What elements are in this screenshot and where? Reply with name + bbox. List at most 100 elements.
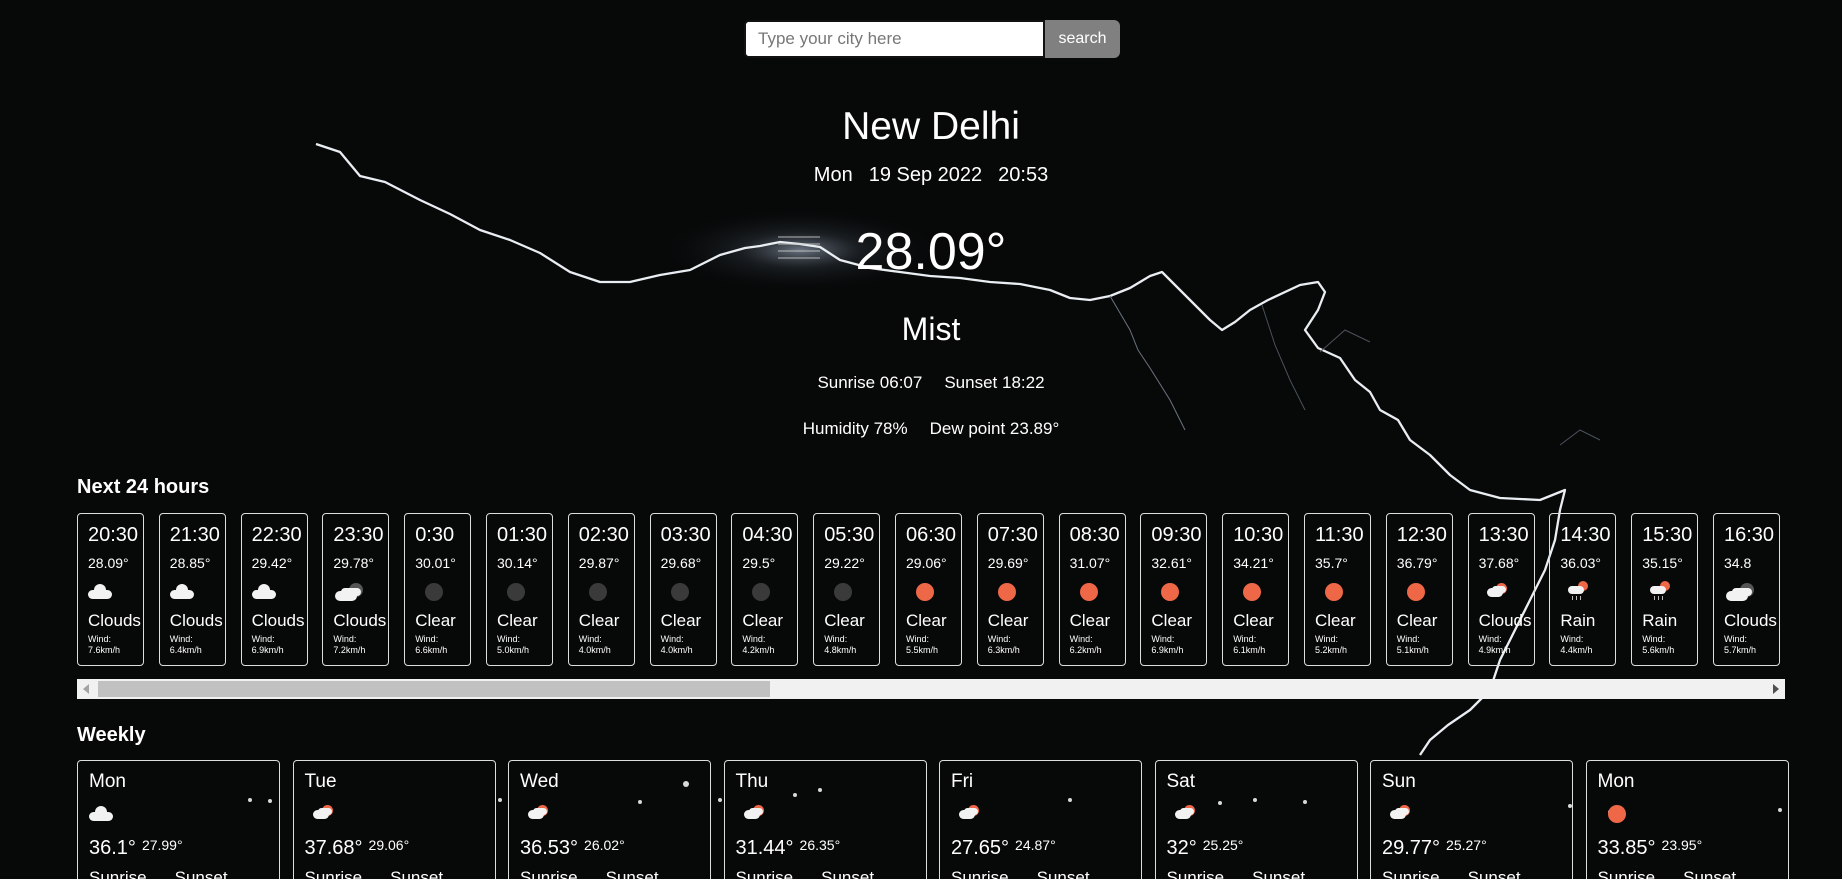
cloud-icon: [89, 805, 115, 823]
hour-temperature: 29.69°: [987, 555, 1029, 571]
hour-time: 13:30: [1478, 524, 1529, 546]
hourly-card: 07:30 29.69° Clear Wind: 6.3km/h: [976, 513, 1044, 666]
hour-condition: Clear: [415, 611, 456, 630]
hour-icon-slot: [333, 579, 388, 607]
hour-wind: Wind: 5.0km/h: [497, 634, 530, 655]
hour-condition: Clouds: [333, 611, 387, 630]
hourly-card: 22:30 29.42° Clouds Wind: 6.9km/h: [240, 513, 308, 666]
hour-condition: Clear: [660, 611, 702, 630]
hour-time: 20:30: [88, 524, 139, 546]
hourly-forecast-list[interactable]: 20:30 28.09° Clouds Wind: 7.6km/h 21:30 28.85…: [77, 513, 1785, 666]
weekday-max-temp: 33.85°: [1597, 837, 1656, 859]
weekday-name: Fri: [951, 771, 974, 792]
hour-icon-slot: [1479, 579, 1534, 607]
weekday-icon-slot: [736, 801, 926, 831]
weekday-sunrise-label: Sunrise: [520, 868, 578, 879]
hour-time: 08:30: [1069, 524, 1120, 546]
hour-temperature: 31.07°: [1069, 555, 1111, 571]
sun-cloud-icon: [1174, 805, 1197, 823]
hour-temperature: 35.15°: [1642, 555, 1683, 571]
hour-time: 01:30: [497, 524, 548, 546]
hour-time: 10:30: [1233, 524, 1284, 546]
hour-time: 16:30: [1724, 524, 1775, 546]
weekday-sunset-label: Sunset: [390, 868, 444, 879]
cloud-icon: [88, 583, 114, 601]
hour-wind: Wind: 5.5km/h: [906, 634, 939, 655]
hour-time: 12:30: [1396, 524, 1447, 546]
hour-icon-slot: [251, 579, 307, 607]
hour-icon-slot: [415, 579, 470, 607]
weekly-card: Mon 33.85° 23.95° Sunrise Sunset: [1585, 760, 1789, 879]
moon-icon: [752, 583, 771, 601]
rain-cloud-icon: [1650, 581, 1672, 603]
hour-temperature: 30.01°: [415, 555, 456, 571]
hour-temperature: 28.09°: [88, 555, 129, 571]
hour-condition: Clear: [1069, 611, 1111, 630]
weekday-sun-times: Sunrise Sunset: [1167, 868, 1357, 879]
hour-temperature: 34.8: [1724, 555, 1752, 571]
weekday-sunrise-label: Sunrise: [951, 868, 1009, 879]
hourly-card: 13:30 37.68° Clouds Wind: 4.9km/h: [1467, 513, 1535, 666]
hour-time: 06:30: [906, 524, 957, 546]
scroll-left-arrow-icon[interactable]: [83, 684, 89, 694]
hourly-card: 10:30 34.21° Clear Wind: 6.1km/h: [1222, 513, 1290, 666]
sun-times: Sunrise 06:07 Sunset 18:22: [0, 373, 1842, 393]
weekday-name: Wed: [520, 771, 559, 792]
hour-condition: Clear: [578, 611, 620, 630]
weekday-sunrise-label: Sunrise: [304, 868, 363, 879]
hour-time: 23:30: [333, 524, 384, 546]
scroll-right-arrow-icon[interactable]: [1773, 684, 1779, 694]
hour-time: 03:30: [660, 524, 711, 546]
weekday-name: Sat: [1166, 771, 1196, 792]
hour-icon-slot: [742, 579, 797, 607]
search-button[interactable]: search: [1045, 20, 1120, 58]
hourly-card: 21:30 28.85° Clouds Wind: 6.4km/h: [158, 513, 226, 666]
dew-point-value: Dew point 23.89°: [929, 419, 1060, 438]
hour-condition: Clear: [987, 611, 1029, 630]
weekday-temps: 37.68° 29.06°: [305, 837, 495, 860]
hour-wind: Wind: 6.2km/h: [1069, 634, 1102, 655]
weekday-temps: 32° 25.25°: [1167, 837, 1357, 860]
weekday-max-temp: 32°: [1166, 837, 1197, 859]
current-condition: Mist: [901, 311, 961, 347]
weekday-sunrise-label: Sunrise: [735, 868, 794, 879]
weekday-sunrise-label: Sunrise: [1166, 868, 1225, 879]
weekly-card: Wed 36.53° 26.02° Sunrise Sunset: [508, 760, 711, 879]
hourly-card: 04:30 29.5° Clear Wind: 4.2km/h: [731, 513, 799, 666]
weekday-max-temp: 36.53°: [520, 837, 579, 859]
hour-time: 02:30: [578, 524, 629, 546]
hourly-card: 05:30 29.22° Clear Wind: 4.8km/h: [813, 513, 881, 666]
hour-temperature: 36.03°: [1560, 555, 1602, 571]
weekly-card: Tue 37.68° 29.06° Sunrise Sunset: [292, 760, 496, 879]
weekly-card: Fri 27.65° 24.87° Sunrise Sunset: [939, 760, 1142, 879]
hour-temperature: 29.5°: [742, 555, 776, 571]
weekday-name: Mon: [89, 771, 126, 792]
hour-wind: Wind: 5.7km/h: [1724, 634, 1757, 655]
hour-wind: Wind: 6.3km/h: [987, 634, 1020, 655]
search-input[interactable]: [744, 20, 1045, 58]
weekday-max-temp: 27.65°: [951, 837, 1010, 859]
weekday-sun-times: Sunrise Sunset: [305, 868, 495, 879]
hour-wind: Wind: 6.1km/h: [1233, 634, 1266, 655]
weekday-sun-times: Sunrise Sunset: [951, 868, 1141, 879]
weekday-icon-slot: [1598, 801, 1788, 831]
hour-condition: Clouds: [88, 611, 141, 630]
weekday-sun-times: Sunrise Sunset: [520, 868, 710, 879]
hour-icon-slot: [988, 579, 1043, 607]
weekday-icon-slot: [305, 801, 495, 831]
hour-icon-slot: [497, 579, 552, 607]
hour-temperature: 30.14°: [497, 555, 538, 571]
sun-icon: [916, 583, 934, 601]
weekday-temps: 33.85° 23.95°: [1598, 837, 1788, 860]
humidity-dew: Humidity 78% Dew point 23.89°: [0, 419, 1842, 439]
scroll-thumb[interactable]: [98, 681, 770, 697]
hourly-scrollbar[interactable]: [77, 679, 1785, 699]
hourly-card: 15:30 35.15° Rain Wind: 5.6km/h: [1631, 513, 1699, 666]
hourly-card: 14:30 36.03° Rain Wind: 4.4km/h: [1549, 513, 1617, 666]
hour-icon-slot: [1642, 579, 1697, 607]
sun-icon: [1325, 583, 1343, 601]
weekday-min-temp: 23.95°: [1661, 837, 1703, 853]
weekday-min-temp: 27.99°: [141, 837, 183, 853]
hour-icon-slot: [88, 579, 143, 607]
sun-cloud-icon: [1486, 583, 1509, 601]
